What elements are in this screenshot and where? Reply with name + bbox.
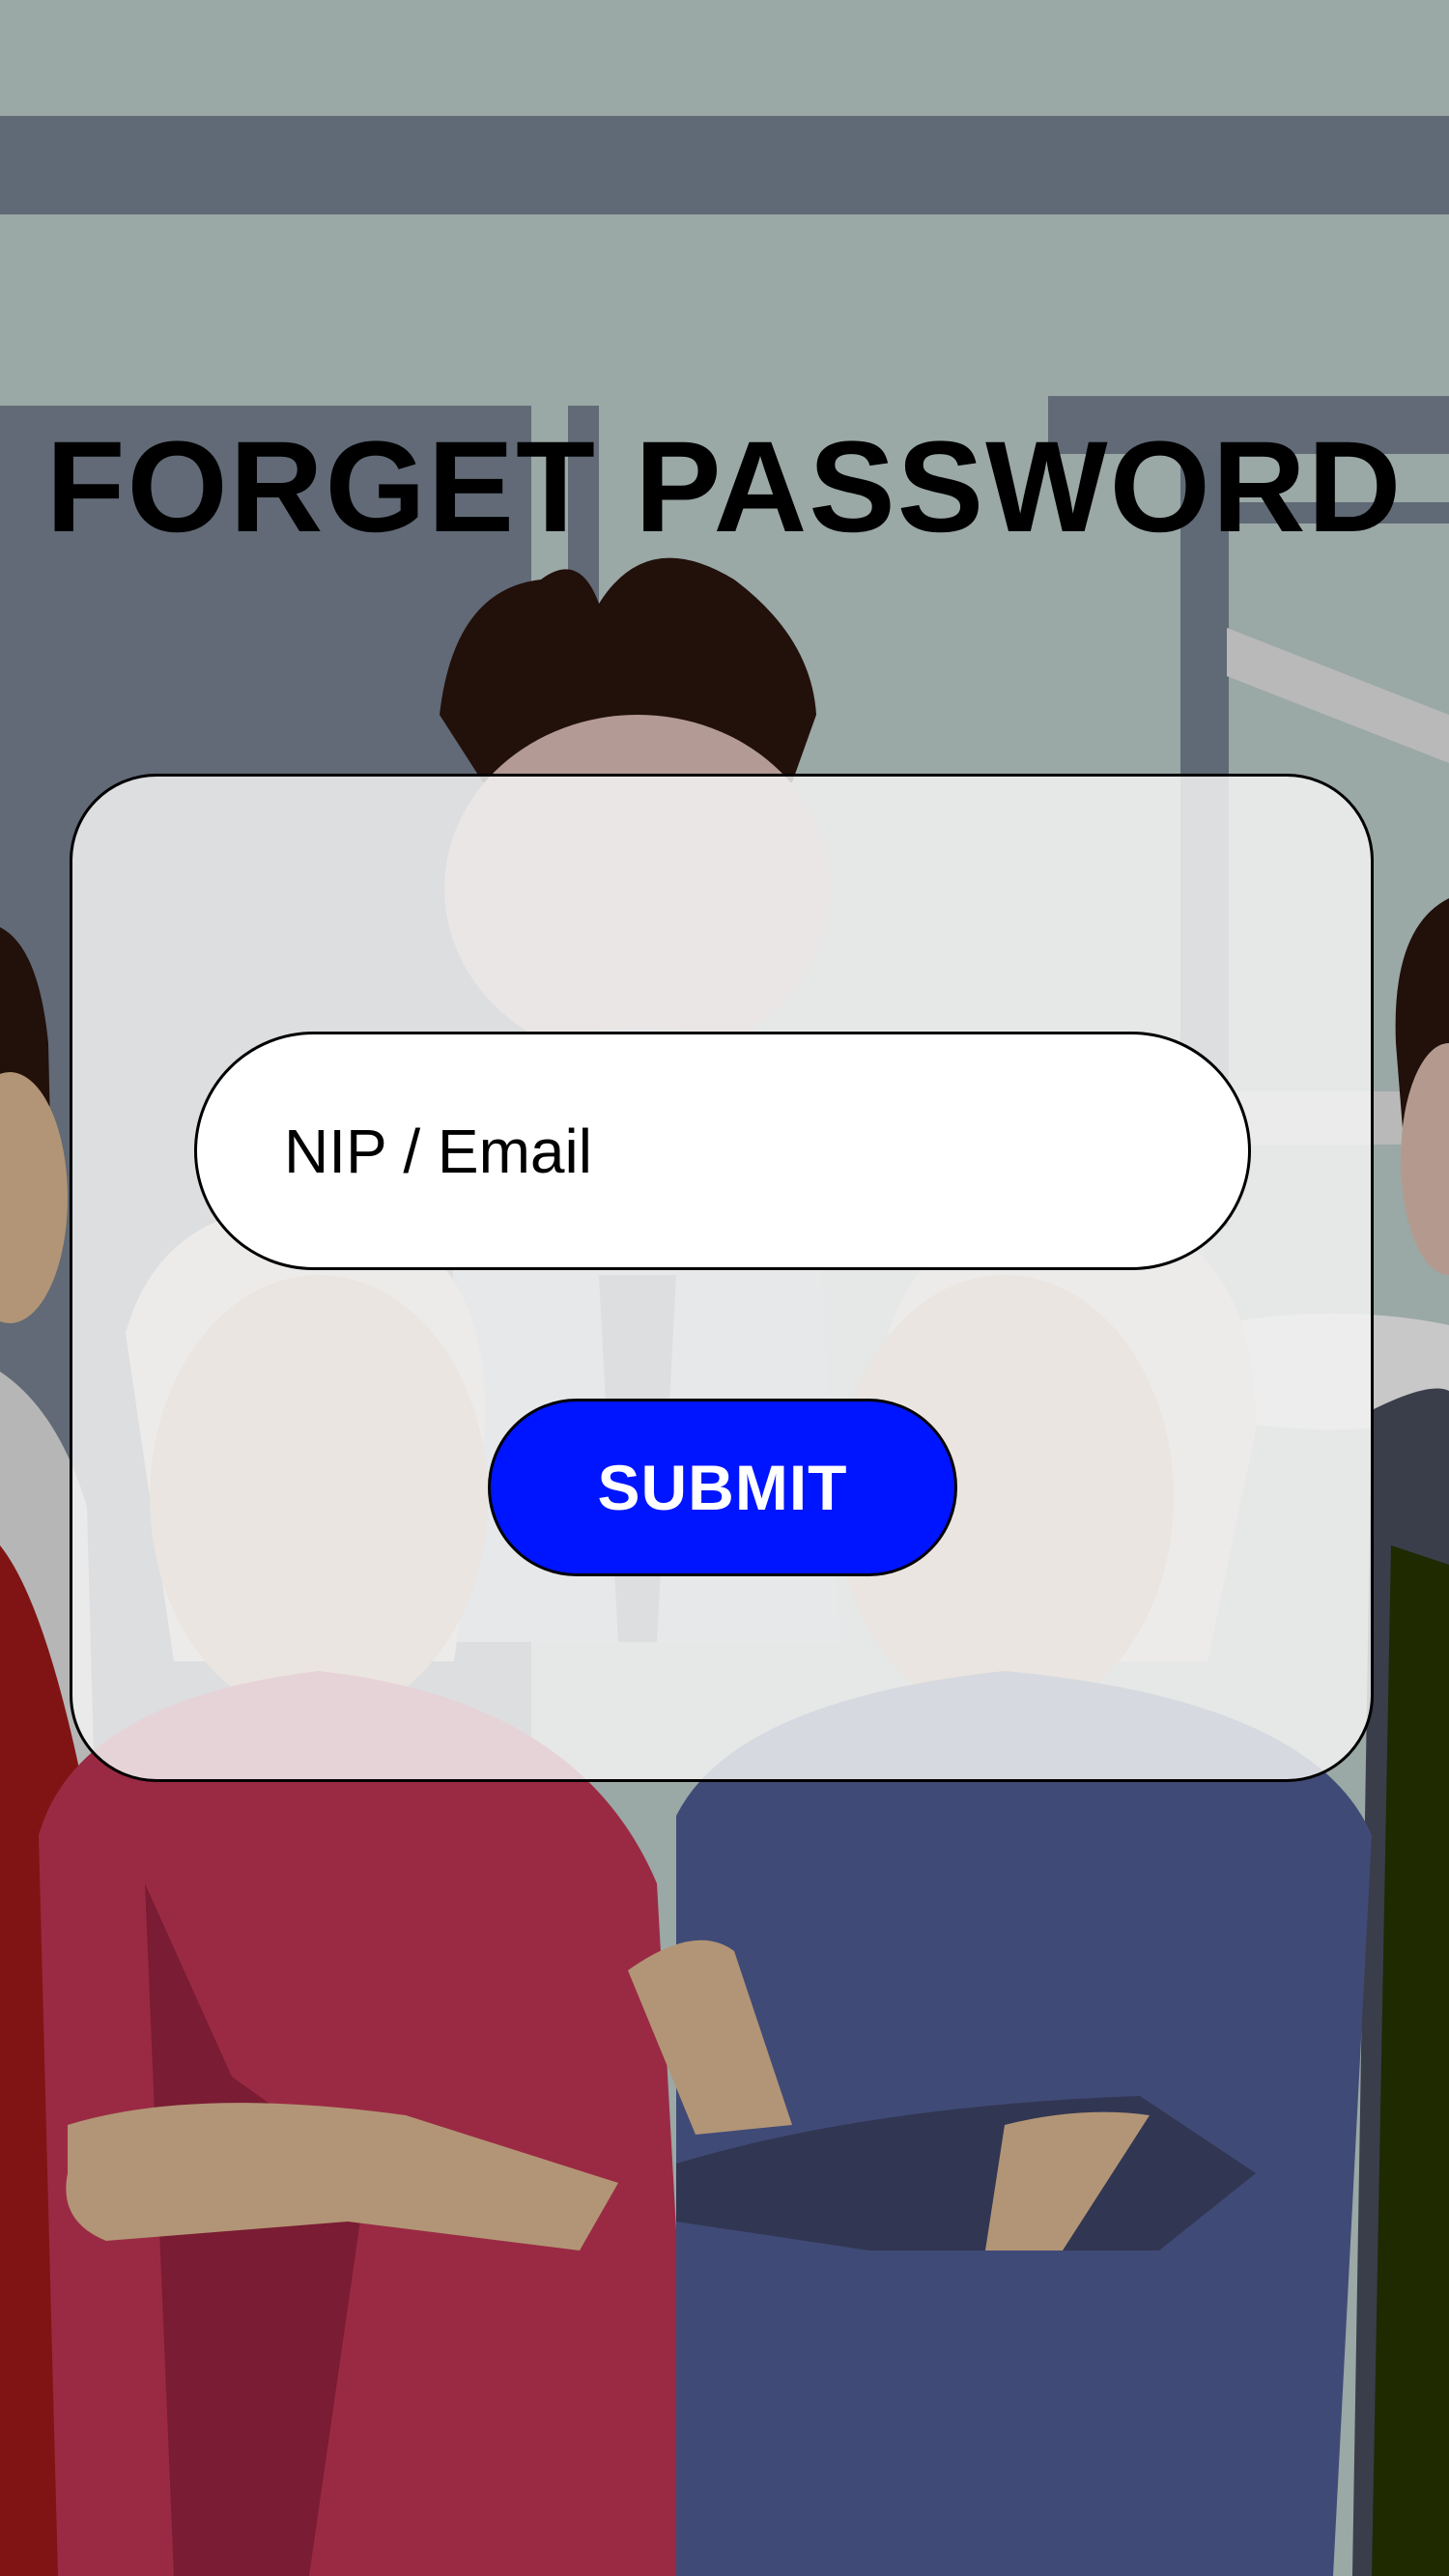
submit-button[interactable]: SUBMIT <box>488 1399 957 1576</box>
nip-email-input[interactable] <box>194 1032 1251 1270</box>
reset-form-card <box>70 774 1374 1782</box>
page-title: FORGET PASSWORD <box>45 415 1404 559</box>
